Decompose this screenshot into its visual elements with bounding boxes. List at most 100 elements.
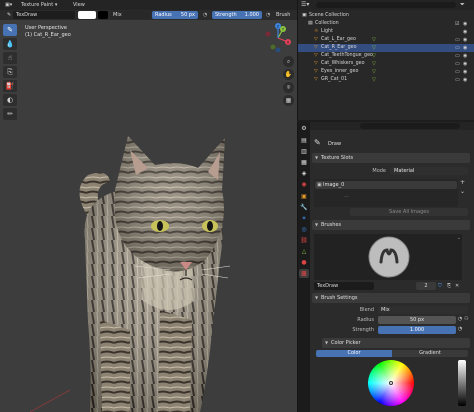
mesh-data-icon[interactable]: ▽: [372, 68, 376, 76]
data-tab-icon[interactable]: △: [299, 247, 309, 256]
tab-gradient[interactable]: Gradient: [392, 350, 468, 357]
radius-unit-icon[interactable]: ⚇: [464, 316, 468, 322]
brush-users-count[interactable]: 2: [416, 282, 436, 290]
mode-dropdown[interactable]: Material: [390, 167, 468, 175]
mesh-data-icon[interactable]: ▽: [372, 36, 376, 44]
mesh-data-icon[interactable]: ▽: [372, 60, 376, 68]
exclude-checkbox-icon[interactable]: ☑: [455, 20, 459, 28]
render-camera-icon[interactable]: ▭: [455, 52, 460, 60]
pressure-icon[interactable]: ◔: [200, 11, 210, 19]
unlink-icon[interactable]: ✕: [455, 282, 462, 290]
3d-viewport[interactable]: ▣▾ Texture Paint ▾ View ✎ TexDraw Mix Ra…: [0, 0, 297, 412]
gizmo-neg-y[interactable]: [270, 44, 276, 50]
gizmo-neg-x[interactable]: [265, 31, 271, 37]
mesh-data-icon[interactable]: ▽: [372, 76, 376, 84]
brush-color-swatch[interactable]: [78, 11, 96, 19]
list-grip-icon[interactable]: ⋯: [344, 194, 349, 200]
navigation-gizmo[interactable]: X Y Z: [262, 22, 294, 54]
grid-icon[interactable]: ▦: [283, 95, 294, 106]
clone-tool-icon[interactable]: ⎘: [3, 66, 17, 78]
mask-tool-icon[interactable]: ◐: [3, 94, 17, 106]
tab-color[interactable]: Color: [316, 350, 392, 357]
constraints-tab-icon[interactable]: ⛓: [299, 236, 309, 245]
mesh-data-icon[interactable]: ▽: [372, 52, 376, 60]
save-all-images-button[interactable]: Save All Images: [350, 208, 468, 216]
color-wheel[interactable]: [368, 360, 414, 406]
value-slider[interactable]: [458, 360, 466, 406]
blend-mode-dropdown[interactable]: Mix: [110, 11, 150, 19]
add-slot-icon[interactable]: +: [460, 179, 465, 186]
zoom-icon[interactable]: ⌕: [283, 56, 294, 67]
brush-preview-area[interactable]: ⌄: [314, 234, 462, 280]
outliner-row[interactable]: ▣ Scene Collection: [298, 12, 474, 20]
filter-icon[interactable]: ⏷: [460, 1, 465, 9]
visibility-eye-icon[interactable]: ◉: [463, 68, 467, 76]
outliner-row[interactable]: ▽ Cat_R_Ear_geo ◉ ▭ ▽: [298, 44, 474, 52]
outliner-search-input[interactable]: [316, 2, 456, 8]
texture-slots-panel-header[interactable]: ▼ Texture Slots: [312, 153, 470, 163]
outliner-row[interactable]: ▽ Cat_Whiskers_geo ◉ ▭ ▽: [298, 60, 474, 68]
object-tab-icon[interactable]: ▣: [299, 192, 309, 201]
view-layer-tab-icon[interactable]: ▦: [299, 158, 309, 167]
strength-field[interactable]: 1.000: [378, 326, 456, 334]
outliner[interactable]: ☰▾ ⏷ ▣ Scene Collection ▤ Collection ◉ ☑ ☼ Ligh…: [297, 0, 474, 120]
blend-dropdown[interactable]: Mix: [378, 306, 468, 314]
outliner-row[interactable]: ▽ Cat_TeethTongue_geo ◉ ▭ ▽: [298, 52, 474, 60]
render-tab-icon[interactable]: ▤: [299, 136, 309, 145]
outliner-row[interactable]: ▽ Eyes_inner_geo ◉ ▭ ▽: [298, 68, 474, 76]
visibility-eye-icon[interactable]: ◉: [463, 44, 467, 52]
smear-tool-icon[interactable]: ☝: [3, 52, 17, 64]
mesh-data-icon[interactable]: ▽: [372, 44, 376, 52]
duplicate-icon[interactable]: ⎘: [447, 282, 454, 290]
output-tab-icon[interactable]: ▥: [299, 147, 309, 156]
material-tab-icon[interactable]: ●: [299, 258, 309, 267]
texture-slot-item[interactable]: ▣ Image_0: [315, 181, 457, 189]
annotate-tool-icon[interactable]: ✏: [3, 108, 17, 120]
modifier-tab-icon[interactable]: 🔧: [299, 203, 309, 212]
draw-tool-icon[interactable]: ✎: [3, 24, 17, 36]
color-wheel-cursor[interactable]: [389, 381, 393, 385]
fake-user-shield-icon[interactable]: ⛉: [438, 282, 445, 290]
camera-icon[interactable]: ⌾: [283, 82, 294, 93]
strength-field[interactable]: Strength 1.000: [212, 11, 262, 19]
brush-selector[interactable]: TexDraw: [13, 11, 75, 19]
color-picker-panel-header[interactable]: ▼ Brush Settings Color Picker: [322, 338, 470, 348]
outliner-row[interactable]: ▽ Cat_L_Ear_geo ◉ ▭ ▽: [298, 36, 474, 44]
visibility-eye-icon[interactable]: ◉: [463, 20, 467, 28]
gizmo-neg-z[interactable]: [275, 47, 281, 53]
secondary-color-swatch[interactable]: [98, 11, 108, 19]
pan-hand-icon[interactable]: ✋: [283, 69, 294, 80]
render-camera-icon[interactable]: ▭: [455, 68, 460, 76]
outliner-row[interactable]: ▤ Collection ◉ ☑: [298, 20, 474, 28]
outliner-editor-icon[interactable]: ☰▾: [301, 1, 309, 8]
properties-search-input[interactable]: [360, 123, 460, 129]
strength-pressure-icon[interactable]: ◔: [458, 326, 462, 332]
brush-settings-panel-header[interactable]: ▼ Brush Settings: [312, 293, 470, 303]
render-camera-icon[interactable]: ▭: [455, 36, 460, 44]
render-camera-icon[interactable]: ▭: [455, 76, 460, 84]
scene-tab-icon[interactable]: ◈: [299, 169, 309, 178]
tool-tab-icon[interactable]: ⚙: [299, 124, 309, 133]
visibility-eye-icon[interactable]: ◉: [463, 36, 467, 44]
brush-name-field[interactable]: TexDraw: [314, 282, 374, 290]
radius-field[interactable]: Radius 50 px: [152, 11, 198, 19]
radius-pressure-icon[interactable]: ◔: [458, 316, 462, 322]
brush-menu[interactable]: Brush: [273, 11, 295, 19]
properties-editor[interactable]: ⚙ ▤ ▥ ▦ ◈ ◉ ▣ 🔧 ✶ ◎ ⛓ △ ● ▩ ✎ Draw ▼ Tex…: [297, 122, 474, 412]
view-menu[interactable]: View: [70, 1, 88, 9]
outliner-row[interactable]: ▽ GR_Cat_01 ◉ ▭ ▽: [298, 76, 474, 84]
radius-field[interactable]: 50 px: [378, 316, 456, 324]
render-camera-icon[interactable]: ▭: [455, 44, 460, 52]
strength-pressure-icon[interactable]: ◔: [263, 11, 272, 19]
brushes-panel-header[interactable]: ▼ Brushes: [312, 220, 470, 230]
particles-tab-icon[interactable]: ✶: [299, 214, 309, 223]
physics-tab-icon[interactable]: ◎: [299, 225, 309, 234]
outliner-row[interactable]: ☼ Light ◉: [298, 28, 474, 36]
slot-menu-icon[interactable]: ⌄: [460, 188, 465, 195]
world-tab-icon[interactable]: ◉: [299, 180, 309, 189]
fill-tool-icon[interactable]: ⛽: [3, 80, 17, 92]
visibility-eye-icon[interactable]: ◉: [463, 76, 467, 84]
visibility-eye-icon[interactable]: ◉: [463, 28, 467, 36]
visibility-eye-icon[interactable]: ◉: [463, 60, 467, 68]
texture-tab-icon[interactable]: ▩: [299, 269, 309, 278]
